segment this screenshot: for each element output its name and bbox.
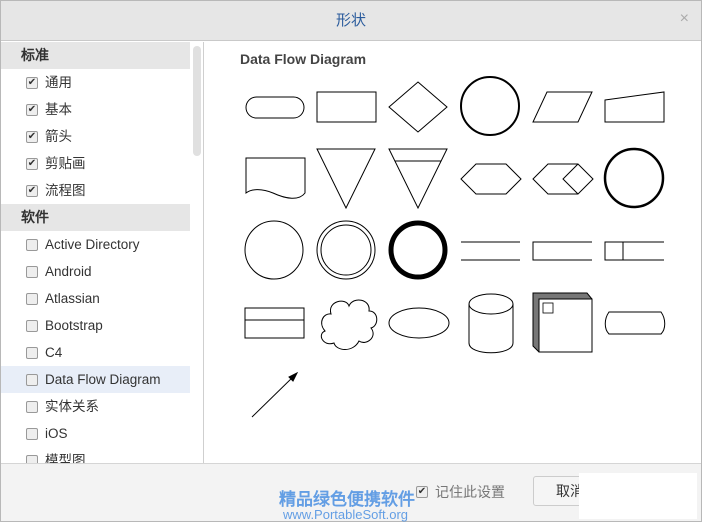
close-icon[interactable]: × <box>680 1 689 37</box>
checkbox-unchecked-icon[interactable] <box>26 454 38 463</box>
sidebar-item-label: iOS <box>45 426 68 441</box>
checkbox-unchecked-icon[interactable] <box>26 373 38 386</box>
shape-circle-bold[interactable] <box>460 76 520 136</box>
checkbox-unchecked-icon[interactable] <box>26 346 38 359</box>
sidebar-group-header: 软件 <box>1 204 190 231</box>
checkbox-checked-icon[interactable]: ✔ <box>26 157 38 170</box>
sidebar-item-label: 剪贴画 <box>45 156 86 171</box>
checkbox-checked-icon[interactable]: ✔ <box>416 486 428 498</box>
sidebar-item-label: 流程图 <box>45 183 86 198</box>
sidebar-item[interactable]: 模型图 <box>1 447 190 463</box>
shape-parallelogram[interactable] <box>532 91 593 123</box>
checkbox-unchecked-icon[interactable] <box>26 427 38 440</box>
shape-double-circle[interactable] <box>316 220 376 280</box>
sidebar-item-label: Active Directory <box>45 237 140 252</box>
sidebar-item[interactable]: Data Flow Diagram <box>1 366 190 393</box>
sidebar-item[interactable]: Android <box>1 258 190 285</box>
sidebar-item[interactable]: Atlassian <box>1 285 190 312</box>
remember-settings-checkbox[interactable]: ✔ 记住此设置 <box>416 482 505 502</box>
checkbox-unchecked-icon[interactable] <box>26 265 38 278</box>
sidebar-item[interactable]: ✔ 箭头 <box>1 123 190 150</box>
remember-settings-label: 记住此设置 <box>435 484 505 500</box>
checkbox-unchecked-icon[interactable] <box>26 292 38 305</box>
checkbox-unchecked-icon[interactable] <box>26 319 38 332</box>
dialog-header: 形状 × <box>1 1 701 41</box>
sidebar-item[interactable]: 实体关系 <box>1 393 190 420</box>
checkbox-checked-icon[interactable]: ✔ <box>26 130 38 143</box>
shape-circle-thick[interactable] <box>603 147 665 209</box>
sidebar-item-label: Bootstrap <box>45 318 103 333</box>
shape-preview-panel: Data Flow Diagram <box>205 42 701 463</box>
sidebar-group-header: 标准 <box>1 42 190 69</box>
sidebar-item[interactable]: iOS <box>1 420 190 447</box>
checkbox-checked-icon[interactable]: ✔ <box>26 76 38 89</box>
checkbox-checked-icon[interactable]: ✔ <box>26 184 38 197</box>
sidebar-item[interactable]: ✔ 流程图 <box>1 177 190 204</box>
sidebar-item-label: C4 <box>45 345 63 360</box>
watermark-url: www.PortableSoft.org <box>283 507 409 522</box>
shape-hexagon[interactable] <box>460 163 522 195</box>
shape-data-store-left[interactable] <box>532 241 592 261</box>
sidebar-item-label: Atlassian <box>45 291 100 306</box>
sidebar-item[interactable]: C4 <box>1 339 190 366</box>
shape-terminator-curved[interactable] <box>604 311 666 335</box>
sidebar-scrollbar[interactable] <box>193 46 201 156</box>
sidebar-item-label: 通用 <box>45 75 72 90</box>
checkbox-unchecked-icon[interactable] <box>26 400 38 413</box>
shape-process-circle[interactable] <box>244 220 304 280</box>
shape-cloud[interactable] <box>320 299 378 350</box>
shape-data-store-open[interactable] <box>461 241 520 261</box>
shape-document[interactable] <box>245 157 306 199</box>
shape-cylinder[interactable] <box>468 293 514 354</box>
checkbox-unchecked-icon[interactable] <box>26 238 38 251</box>
sidebar-item[interactable]: ✔ 基本 <box>1 96 190 123</box>
sidebar-item[interactable]: ✔ 通用 <box>1 69 190 96</box>
shape-manual-input[interactable] <box>604 91 665 123</box>
checkbox-checked-icon[interactable]: ✔ <box>26 103 38 116</box>
shape-split-rectangle[interactable] <box>244 307 305 339</box>
shape-triangle-banded[interactable] <box>388 148 448 210</box>
sidebar-item[interactable]: Active Directory <box>1 231 190 258</box>
sidebar-item-label: 模型图 <box>45 453 86 463</box>
shape-data-store-id[interactable] <box>604 241 664 261</box>
sidebar-item-label: Data Flow Diagram <box>45 372 161 387</box>
shapes-dialog: 形状 × 标准 ✔ 通用 ✔ 基本 ✔ 箭头 ✔ 剪贴画 ✔ 流程图软件 Active Directo… <box>0 0 702 522</box>
shape-arrow-connector[interactable] <box>251 371 299 418</box>
shape-rounded-process[interactable] <box>245 96 305 119</box>
sidebar-item-label: Android <box>45 264 92 279</box>
sidebar-item[interactable]: ✔ 剪贴画 <box>1 150 190 177</box>
sidebar-item-label: 实体关系 <box>45 399 99 414</box>
shape-diamond[interactable] <box>388 81 448 133</box>
shape-library-sidebar: 标准 ✔ 通用 ✔ 基本 ✔ 箭头 ✔ 剪贴画 ✔ 流程图软件 Active Directory And… <box>1 42 204 463</box>
shape-rectangle[interactable] <box>316 91 377 123</box>
shape-hexagon-split[interactable] <box>532 163 594 195</box>
sidebar-item[interactable]: Bootstrap <box>1 312 190 339</box>
shape-external-entity-3d[interactable] <box>532 292 593 353</box>
sidebar-item-label: 箭头 <box>45 129 72 144</box>
occluded-area <box>579 473 697 519</box>
dialog-title: 形状 <box>335 12 366 29</box>
shape-ellipse[interactable] <box>388 307 450 339</box>
shape-heavy-circle[interactable] <box>388 220 448 280</box>
sidebar-item-label: 基本 <box>45 102 72 117</box>
shape-triangle-down[interactable] <box>316 148 376 210</box>
